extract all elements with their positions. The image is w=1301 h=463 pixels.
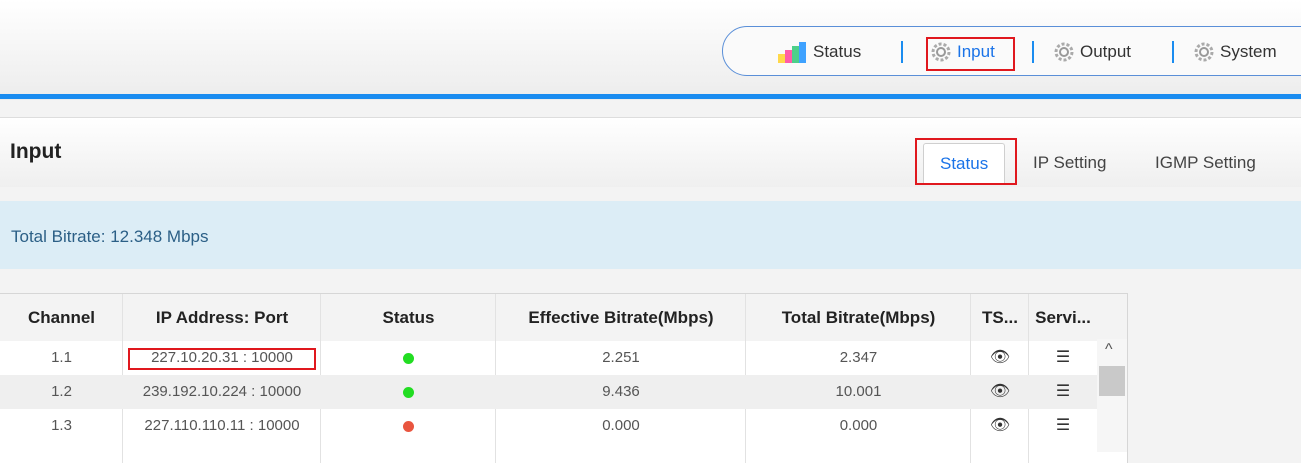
cell-channel: 1.2 [51, 383, 72, 400]
status-ok-indicator [403, 352, 414, 364]
header-services[interactable]: Servi... [1029, 294, 1097, 341]
cell-ip-address: 239.192.10.224 : 10000 [142, 383, 302, 400]
eye-icon[interactable]: 👁 [990, 375, 1010, 409]
cell-total-bitrate: 0.000 [839, 417, 878, 434]
header-status[interactable]: Status [321, 294, 496, 341]
cell-services: ☰ [1029, 409, 1097, 443]
chevron-up-icon[interactable]: ^ [1105, 341, 1113, 359]
tab-status[interactable]: Status [923, 143, 1006, 183]
table-row[interactable]: 1.3 227.110.110.11 : 10000 0.000 0.000 👁… [0, 409, 1097, 443]
cell-ip-address: 227.10.20.31 : 10000 [151, 349, 293, 366]
header-ip-address[interactable]: IP Address: Port [123, 294, 321, 341]
list-icon[interactable]: ☰ [1056, 409, 1070, 443]
cell-ts: 👁 [971, 341, 1029, 375]
nav-status[interactable]: Status [776, 27, 861, 77]
cell-channel: 1.1 [51, 349, 72, 366]
eye-icon[interactable]: 👁 [990, 409, 1010, 443]
cell-ts: 👁 [971, 375, 1029, 409]
cell-total-bitrate: 10.001 [835, 383, 882, 400]
cell-services: ☰ [1029, 375, 1097, 409]
table-scrollbar[interactable]: ^ [1097, 339, 1127, 452]
status-error-indicator [403, 420, 414, 432]
table-header: Channel IP Address: Port Status Effectiv… [0, 294, 1127, 341]
header-effective-bitrate[interactable]: Effective Bitrate(Mbps) [496, 294, 746, 341]
cell-total-bitrate: 2.347 [839, 349, 878, 366]
nav-separator [1172, 41, 1174, 63]
cell-status [321, 375, 496, 409]
cell-effective-bitrate: 0.000 [602, 417, 640, 434]
tab-igmp-setting[interactable]: IGMP Setting [1155, 143, 1256, 183]
nav-input-label: Input [957, 42, 995, 61]
main-nav: Status Input Output System [722, 26, 1301, 76]
tab-ip-setting[interactable]: IP Setting [1033, 143, 1106, 183]
input-status-table: Channel IP Address: Port Status Effectiv… [0, 293, 1128, 463]
gear-icon [931, 42, 951, 62]
table-row[interactable]: 1.2 239.192.10.224 : 10000 9.436 10.001 … [0, 375, 1097, 409]
eye-icon[interactable]: 👁 [990, 341, 1010, 375]
cell-status [321, 409, 496, 443]
gear-icon [1194, 42, 1214, 62]
nav-separator [1032, 41, 1034, 63]
accent-line [0, 94, 1301, 99]
cell-effective-bitrate: 2.251 [602, 349, 640, 366]
top-navigation-bar: Status Input Output System [0, 0, 1301, 100]
nav-separator [901, 41, 903, 63]
nav-output[interactable]: Output [1053, 27, 1131, 77]
cell-channel: 1.3 [51, 417, 72, 434]
cell-ip-address: 227.110.110.11 : 10000 [144, 417, 300, 434]
page-title: Input [10, 140, 62, 163]
header-total-bitrate[interactable]: Total Bitrate(Mbps) [746, 294, 971, 341]
page-header: Input Status IP Setting IGMP Setting [0, 117, 1301, 187]
header-channel[interactable]: Channel [0, 294, 123, 341]
cell-services: ☰ [1029, 341, 1097, 375]
cell-ts: 👁 [971, 409, 1029, 443]
scrollbar-thumb[interactable] [1099, 366, 1125, 396]
info-band: Total Bitrate: 12.348 Mbps [0, 201, 1301, 269]
list-icon[interactable]: ☰ [1056, 341, 1070, 375]
nav-status-label: Status [813, 42, 862, 61]
list-icon[interactable]: ☰ [1056, 375, 1070, 409]
nav-output-label: Output [1080, 42, 1132, 61]
status-ok-indicator [403, 386, 414, 398]
table-row[interactable]: 1.1 227.10.20.31 : 10000 2.251 2.347 👁 ☰ [0, 341, 1097, 375]
cell-status [321, 341, 496, 375]
nav-system-label: System [1220, 42, 1277, 61]
gear-icon [1054, 42, 1074, 62]
nav-input[interactable]: Input [930, 27, 995, 77]
cell-effective-bitrate: 9.436 [602, 383, 640, 400]
total-bitrate-text: Total Bitrate: 12.348 Mbps [11, 227, 209, 246]
nav-system[interactable]: System [1193, 27, 1277, 77]
header-ts[interactable]: TS... [971, 294, 1029, 341]
bar-chart-icon [778, 42, 806, 63]
